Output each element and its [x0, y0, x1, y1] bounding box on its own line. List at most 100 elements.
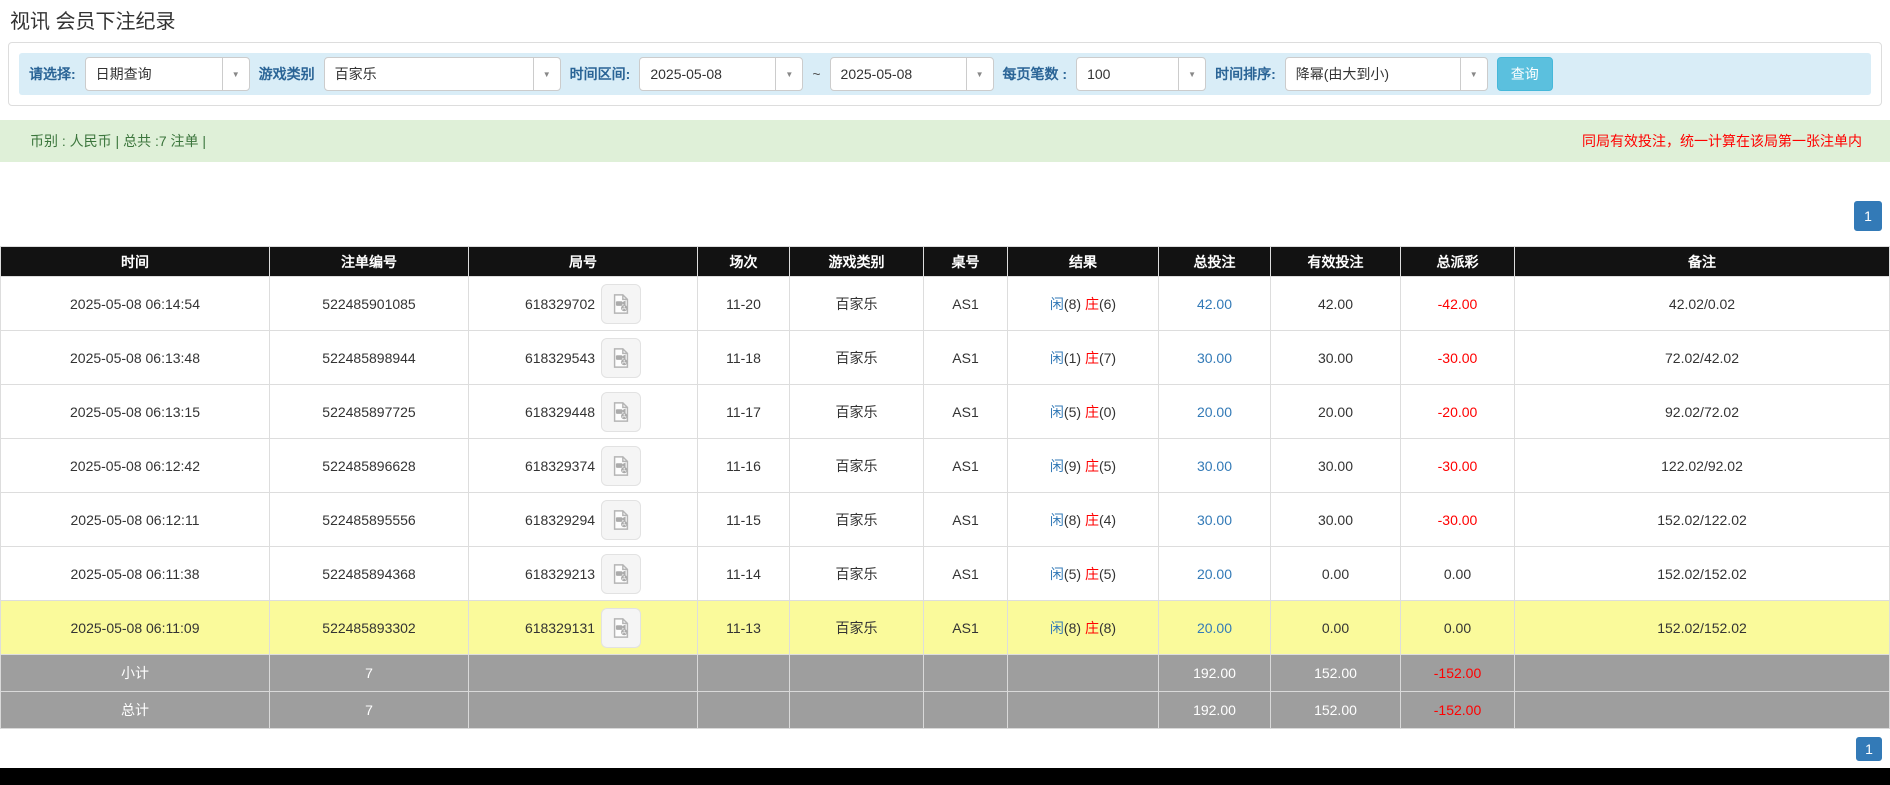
video-file-icon: [610, 563, 632, 585]
round-id: 618329131: [524, 619, 596, 636]
empty-cell: [1514, 654, 1890, 692]
table-row[interactable]: 2025-05-08 06:11:09 522485893302 618329131…: [0, 600, 1890, 655]
column-header: 时间: [0, 246, 270, 277]
session-cell: 11-20: [697, 276, 790, 331]
video-file-icon: [610, 401, 632, 423]
table-row[interactable]: 2025-05-08 06:12:11 522485895556 618329294…: [0, 492, 1890, 547]
video-file-icon: [610, 347, 632, 369]
table-row[interactable]: 2025-05-08 06:14:54 522485901085 618329702…: [0, 276, 1890, 331]
filter-panel: 请选择: 日期查询 游戏类别 百家乐 时间区间: 2025-05-08 ~ 20…: [8, 42, 1882, 106]
player-result-label: 闲: [1049, 565, 1064, 582]
per-page-label: 每页笔数 :: [1002, 66, 1068, 82]
video-file-icon: [610, 293, 632, 315]
column-header: 游戏类别: [789, 246, 924, 277]
total-bet-cell: 30.00: [1158, 492, 1271, 547]
date-to-select[interactable]: 2025-05-08: [829, 57, 994, 91]
player-result-label: 闲: [1049, 403, 1064, 420]
table-no-cell: AS1: [923, 384, 1008, 439]
table-row[interactable]: 2025-05-08 06:11:38 522485894368 618329213…: [0, 546, 1890, 601]
total-bet-cell: 20.00: [1158, 384, 1271, 439]
bet-table-body: 2025-05-08 06:14:54 522485901085 618329702…: [0, 276, 1890, 729]
round-id: 618329702: [524, 295, 596, 312]
chevron-down-icon: [532, 58, 560, 90]
table-row[interactable]: 2025-05-08 06:13:48 522485898944 618329543…: [0, 330, 1890, 385]
banker-result-label: 庄: [1084, 457, 1099, 474]
player-result-score: (9): [1063, 457, 1082, 474]
game-type-cell: 百家乐: [789, 438, 924, 493]
valid-bet-cell: 20.00: [1270, 384, 1401, 439]
round-id-cell: 618329374: [468, 438, 698, 493]
summary-label-cell: 总计: [0, 691, 270, 729]
total-bet-cell: 30.00: [1158, 438, 1271, 493]
sort-order-select[interactable]: 降幂(由大到小): [1284, 57, 1488, 91]
summary-total-bet-cell: 192.00: [1158, 691, 1271, 729]
valid-bet-cell: 30.00: [1270, 492, 1401, 547]
valid-bet-cell: 42.00: [1270, 276, 1401, 331]
player-result-label: 闲: [1049, 457, 1064, 474]
round-id-cell: 618329702: [468, 276, 698, 331]
table-row[interactable]: 2025-05-08 06:13:15 522485897725 618329448…: [0, 384, 1890, 439]
video-replay-button[interactable]: [601, 337, 642, 378]
column-header: 局号: [468, 246, 698, 277]
round-id: 618329448: [524, 403, 596, 420]
result-cell: 闲(9) 庄(5): [1007, 438, 1159, 493]
round-id: 618329543: [524, 349, 596, 366]
table-row[interactable]: 2025-05-08 06:12:42 522485896628 618329374…: [0, 438, 1890, 493]
video-file-icon: [610, 455, 632, 477]
empty-cell: [923, 654, 1008, 692]
payout-cell: 0.00: [1400, 546, 1515, 601]
time-range-label: 时间区间:: [569, 66, 631, 82]
column-header: 场次: [697, 246, 790, 277]
time-cell: 2025-05-08 06:12:11: [0, 492, 270, 547]
page-number-button[interactable]: 1: [1854, 201, 1882, 231]
game-type-cell: 百家乐: [789, 546, 924, 601]
video-file-icon: [610, 509, 632, 531]
date-from-select[interactable]: 2025-05-08: [639, 57, 804, 91]
page-number-button[interactable]: 1: [1856, 737, 1882, 761]
payout-cell: -30.00: [1400, 330, 1515, 385]
video-replay-button[interactable]: [601, 553, 642, 594]
valid-bet-cell: 0.00: [1270, 546, 1401, 601]
banker-result-score: (6): [1098, 295, 1117, 312]
table-no-cell: AS1: [923, 600, 1008, 655]
search-button[interactable]: 查询: [1496, 57, 1553, 91]
session-cell: 11-13: [697, 600, 790, 655]
bet-records-table: 时间 注单编号 局号 场次 游戏类别 桌号 结果 总投注 有效投注 总派彩 备注 2025-05-0…: [0, 246, 1890, 729]
bet-id-cell: 522485897725: [269, 384, 469, 439]
player-result-score: (5): [1063, 403, 1082, 420]
session-cell: 11-16: [697, 438, 790, 493]
per-page-select[interactable]: 100: [1076, 57, 1207, 91]
game-type-select[interactable]: 百家乐: [323, 57, 561, 91]
bet-id-cell: 522485898944: [269, 330, 469, 385]
chevron-down-icon: [1459, 58, 1487, 90]
per-page-value: 100: [1087, 66, 1111, 82]
payout-cell: -30.00: [1400, 492, 1515, 547]
summary-valid-bet-cell: 152.00: [1270, 654, 1401, 692]
game-type-cell: 百家乐: [789, 384, 924, 439]
banker-result-label: 庄: [1084, 403, 1099, 420]
result-cell: 闲(5) 庄(0): [1007, 384, 1159, 439]
video-replay-button[interactable]: [601, 283, 642, 324]
round-id-cell: 618329213: [468, 546, 698, 601]
payout-cell: 0.00: [1400, 600, 1515, 655]
video-replay-button[interactable]: [601, 607, 642, 648]
date-to-value: 2025-05-08: [840, 66, 913, 82]
currency-total-text: 币别 : 人民币 | 总共 :7 注单 |: [30, 133, 207, 149]
video-replay-button[interactable]: [601, 391, 642, 432]
video-replay-button[interactable]: [601, 445, 642, 486]
table-header-row: 时间 注单编号 局号 场次 游戏类别 桌号 结果 总投注 有效投注 总派彩 备注: [0, 246, 1890, 277]
column-header: 桌号: [923, 246, 1008, 277]
remark-cell: 152.02/152.02: [1514, 546, 1890, 601]
valid-bet-cell: 30.00: [1270, 330, 1401, 385]
time-cell: 2025-05-08 06:13:15: [0, 384, 270, 439]
video-replay-button[interactable]: [601, 499, 642, 540]
banker-result-label: 庄: [1084, 349, 1099, 366]
banker-result-score: (5): [1098, 565, 1117, 582]
game-type-label: 游戏类别: [258, 66, 315, 82]
session-cell: 11-17: [697, 384, 790, 439]
game-type-cell: 百家乐: [789, 330, 924, 385]
query-type-select[interactable]: 日期查询: [84, 57, 250, 91]
subtotal-row: 小计 7 192.00 152.00 -152.00: [0, 654, 1890, 692]
payout-cell: -42.00: [1400, 276, 1515, 331]
bet-id-cell: 522485896628: [269, 438, 469, 493]
